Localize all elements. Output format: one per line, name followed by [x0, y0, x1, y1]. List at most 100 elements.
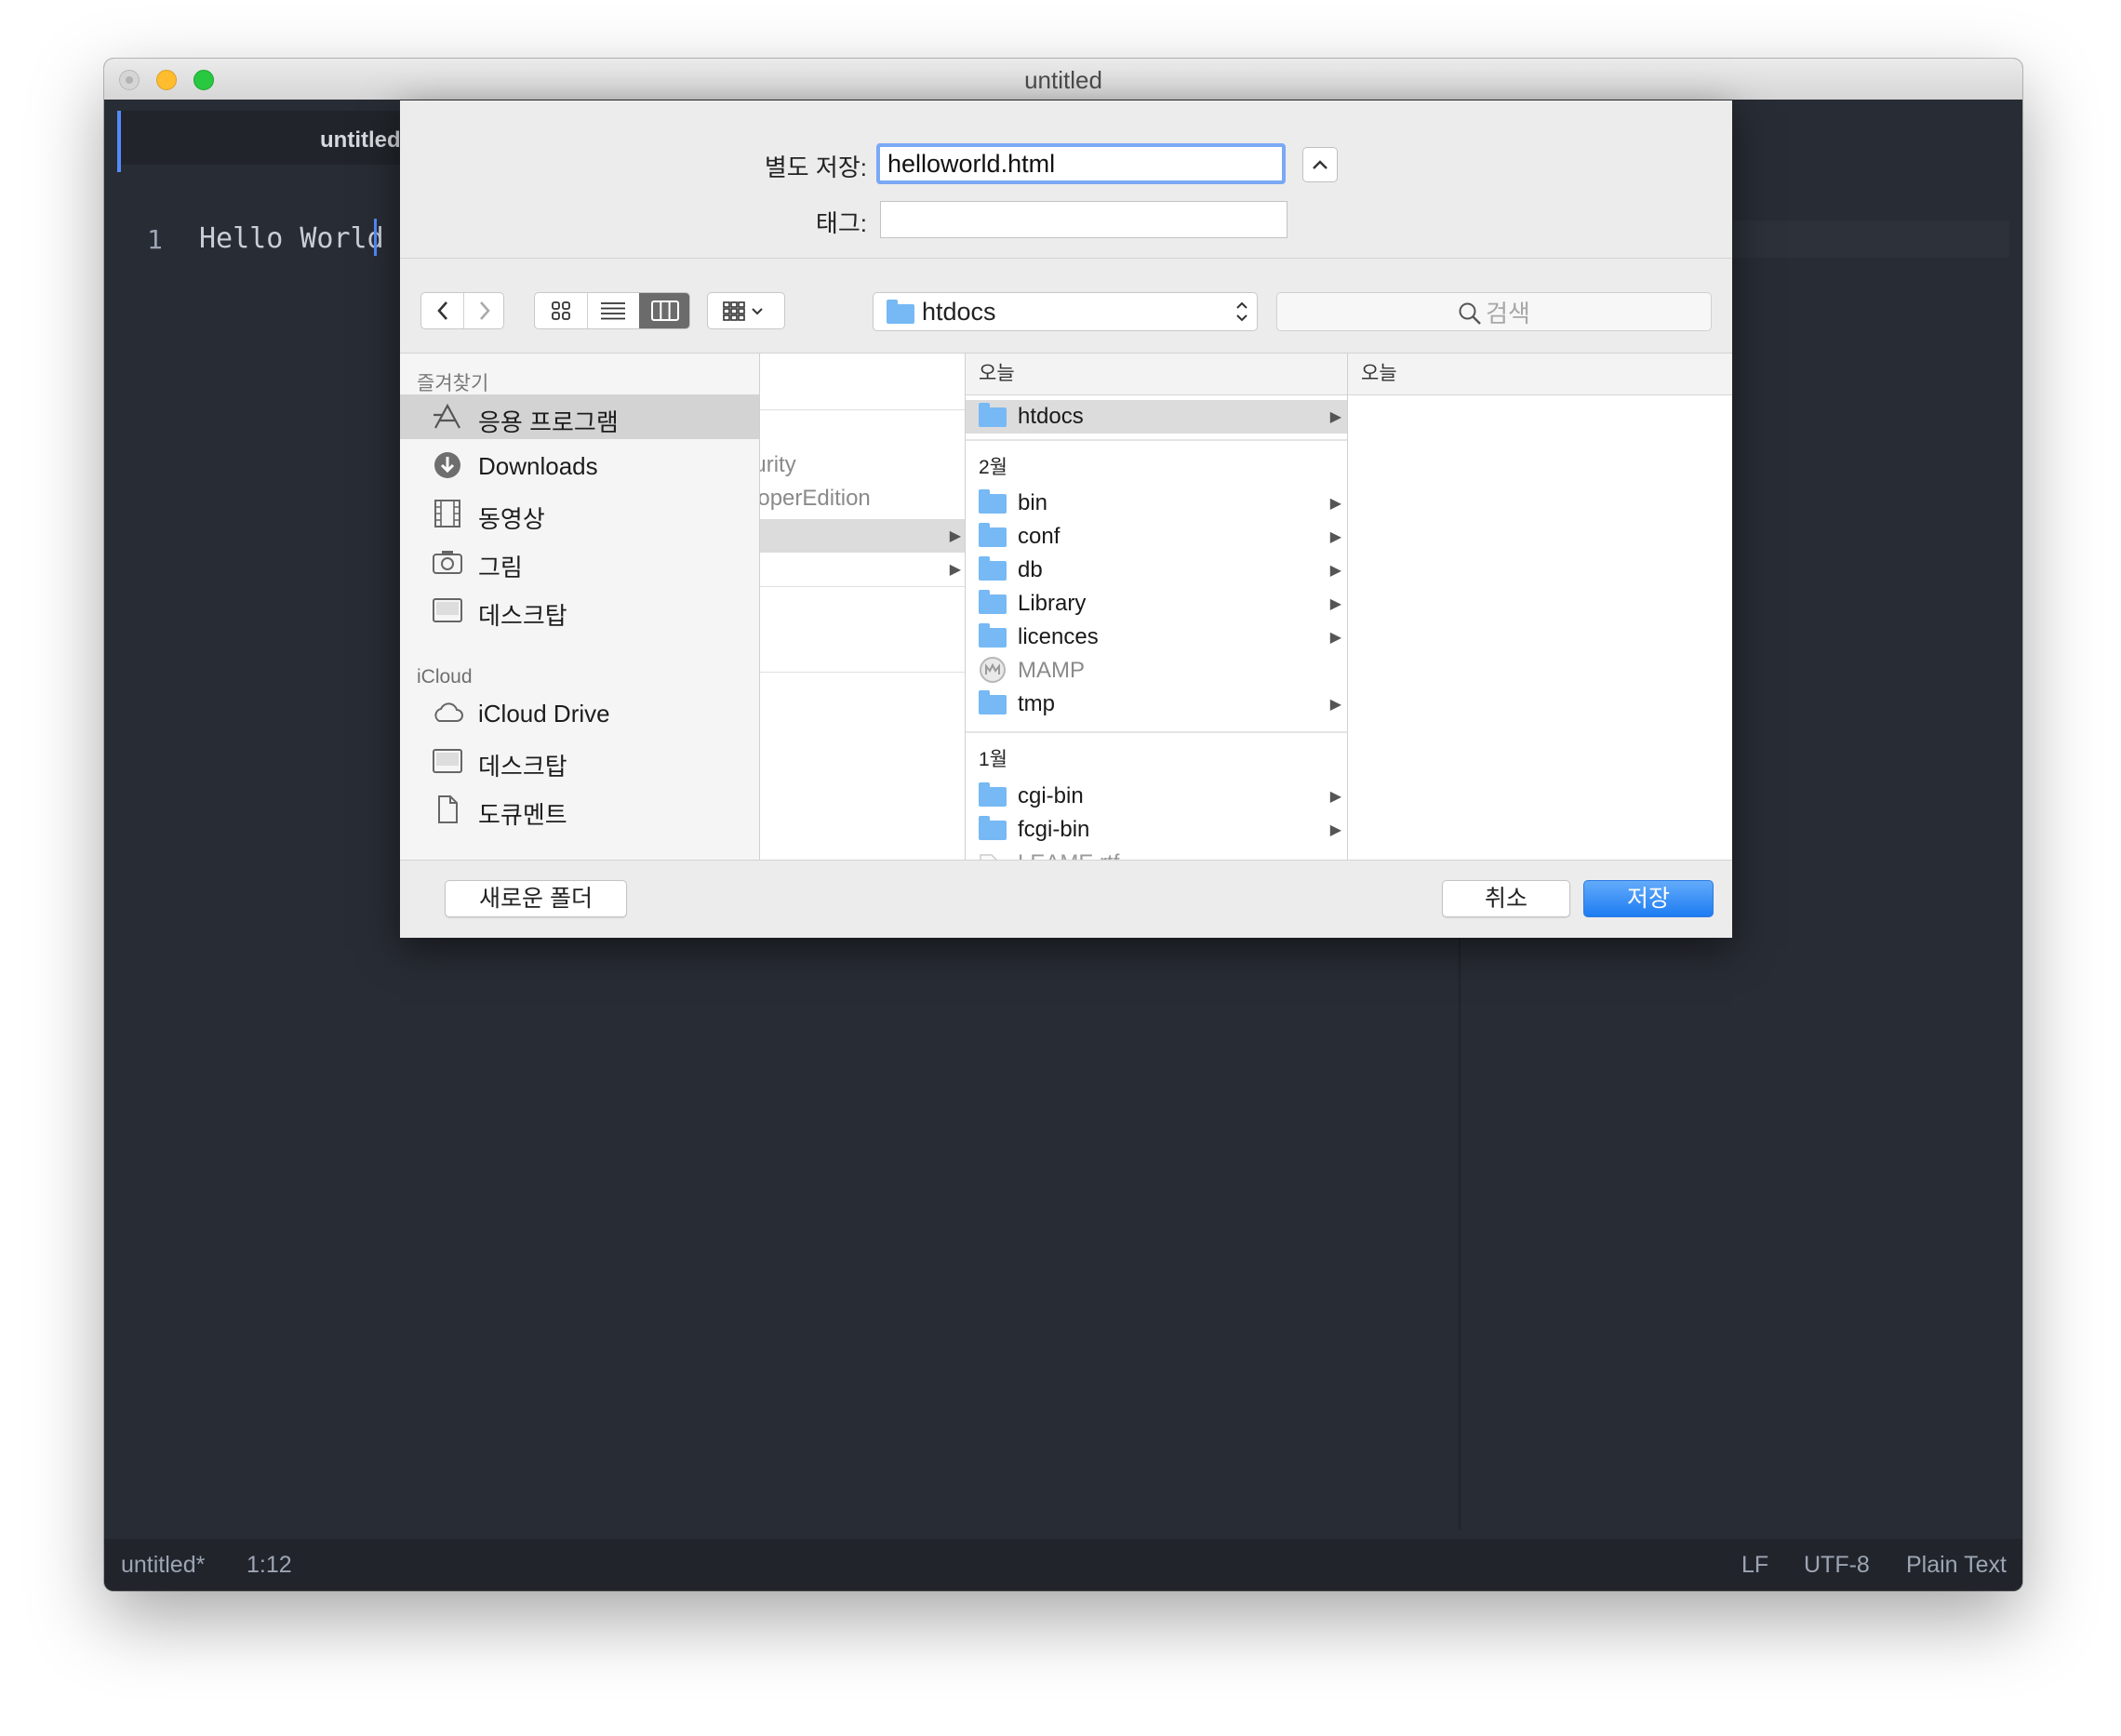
folder-icon [979, 556, 1007, 581]
folder-row-licences[interactable]: licences ▶ [966, 621, 1347, 654]
movies-icon [434, 500, 460, 527]
disclosure-arrow-icon: ▶ [1329, 563, 1341, 579]
tags-label: 태그: [815, 209, 867, 237]
applications-icon [434, 403, 460, 429]
code-line[interactable]: Hello World [199, 222, 384, 255]
grid-icon [552, 301, 570, 320]
folder-row-library[interactable]: Library ▶ [966, 587, 1347, 621]
folder-name: conf [1018, 524, 1060, 549]
desktop-icon [433, 749, 462, 773]
status-grammar[interactable]: Plain Text [1906, 1539, 2007, 1591]
list-icon [601, 302, 625, 320]
browser-column-1: Security DeveloperEdition ▶ ▶ [760, 354, 966, 860]
list-view-button[interactable] [587, 293, 640, 328]
forward-button[interactable] [463, 293, 505, 328]
disclosure-arrow-icon: ▶ [1329, 529, 1341, 545]
mamp-app-icon [980, 657, 1006, 683]
status-filename[interactable]: untitled* [121, 1539, 205, 1591]
column-view-button[interactable] [639, 293, 689, 328]
columns-icon [651, 300, 679, 321]
folder-icon [887, 300, 914, 324]
folder-row-fcgi-bin[interactable]: fcgi-bin ▶ [966, 813, 1347, 847]
search-placeholder: 검색 [1486, 300, 1530, 328]
column-header-label: 오늘 [1361, 363, 1397, 384]
nav-back-forward [420, 292, 504, 329]
icloud-heading: iCloud [417, 666, 473, 688]
finder-sidebar: 즐겨찾기 응용 프로그램 Downloads 동영상 그림 데스크탑 iClou… [400, 354, 760, 860]
cancel-button[interactable]: 취소 [1442, 880, 1570, 917]
icon-view-button[interactable] [535, 293, 588, 328]
status-encoding[interactable]: UTF-8 [1804, 1539, 1870, 1591]
list-item-selected[interactable]: ▶ [760, 519, 965, 553]
app-name: MAMP [1018, 658, 1085, 683]
browser-bottom-divider [400, 860, 1732, 861]
folder-icon [979, 623, 1007, 648]
pictures-icon [433, 551, 462, 574]
group-separator [966, 439, 1347, 441]
folder-row-cgi-bin[interactable]: cgi-bin ▶ [966, 780, 1347, 813]
save-button[interactable]: 저장 [1583, 880, 1714, 917]
browser-column-2: 오늘 htdocs ▶ 2월 bin ▶ conf ▶ db ▶ Library… [966, 354, 1348, 860]
text-cursor [374, 219, 377, 256]
sidebar-item-label: 데스크탑 [478, 602, 567, 630]
folder-row-htdocs[interactable]: htdocs ▶ [966, 400, 1347, 434]
browser-column-3: 오늘 [1348, 354, 1732, 860]
sidebar-item-label: 도큐멘트 [478, 801, 567, 829]
folder-row-conf[interactable]: conf ▶ [966, 520, 1347, 554]
search-icon [1459, 302, 1481, 325]
group-title-february: 2월 [979, 457, 1007, 478]
documents-icon [438, 795, 458, 823]
sidebar-item-icloud-desktop[interactable]: 데스크탑 [400, 739, 759, 783]
sidebar-item-documents[interactable]: 도큐멘트 [400, 787, 759, 832]
icloud-drive-icon [434, 702, 463, 722]
status-line-ending[interactable]: LF [1741, 1539, 1768, 1591]
folder-row-tmp[interactable]: tmp ▶ [966, 688, 1347, 721]
sidebar-item-pictures[interactable]: 그림 [400, 540, 759, 584]
app-row-mamp[interactable]: MAMP [966, 654, 1347, 688]
folder-row-bin[interactable]: bin ▶ [966, 487, 1347, 520]
search-field[interactable]: 검색 [1276, 292, 1712, 331]
line-number: 1 [147, 224, 163, 255]
list-item[interactable]: DeveloperEdition [760, 486, 871, 512]
location-popup[interactable]: htdocs [873, 292, 1258, 331]
status-bar: untitled* 1:12 LF UTF-8 Plain Text [104, 1539, 2022, 1591]
file-row-leame[interactable]: LEAME.rtf [966, 847, 1347, 860]
folder-icon [979, 403, 1007, 427]
list-item[interactable]: Security [760, 452, 796, 478]
sidebar-item-applications[interactable]: 응용 프로그램 [400, 394, 759, 439]
group-separator [966, 731, 1347, 733]
folder-icon [979, 782, 1007, 807]
sidebar-item-movies[interactable]: 동영상 [400, 491, 759, 536]
sidebar-item-label: Downloads [478, 452, 598, 480]
list-item[interactable]: ▶ [760, 553, 965, 586]
sidebar-item-label: 그림 [478, 554, 523, 581]
tags-field[interactable] [880, 201, 1287, 238]
status-cursor-position[interactable]: 1:12 [247, 1539, 292, 1591]
sidebar-item-label: 데스크탑 [478, 753, 567, 781]
new-folder-button[interactable]: 새로운 폴더 [445, 880, 627, 917]
back-button[interactable] [421, 293, 464, 328]
save-as-field[interactable] [876, 143, 1286, 184]
chevron-left-icon [436, 301, 447, 320]
sidebar-item-label: 응용 프로그램 [478, 408, 619, 436]
folder-name: htdocs [1018, 404, 1084, 429]
expand-dialog-button[interactable] [1302, 147, 1338, 182]
desktop-icon [433, 598, 462, 622]
folder-row-db[interactable]: db ▶ [966, 554, 1347, 587]
folder-name: db [1018, 557, 1043, 582]
location-popup-label: htdocs [922, 298, 996, 326]
sidebar-item-icloud-drive[interactable]: iCloud Drive [400, 690, 759, 735]
disclosure-arrow-icon: ▶ [1329, 697, 1341, 713]
active-tab-indicator [117, 111, 121, 172]
folder-name: tmp [1018, 691, 1056, 716]
sidebar-item-downloads[interactable]: Downloads [400, 443, 759, 487]
folder-name: cgi-bin [1018, 783, 1084, 808]
sidebar-item-desktop[interactable]: 데스크탑 [400, 588, 759, 633]
favorites-heading: 즐겨찾기 [417, 373, 489, 394]
folder-icon [979, 523, 1007, 547]
save-dialog: 별도 저장: 태그: [400, 100, 1732, 938]
arrange-menu-button[interactable] [707, 292, 785, 329]
arrange-grid-icon [723, 301, 763, 321]
folder-icon [979, 590, 1007, 614]
column-header-label: 오늘 [979, 363, 1015, 384]
